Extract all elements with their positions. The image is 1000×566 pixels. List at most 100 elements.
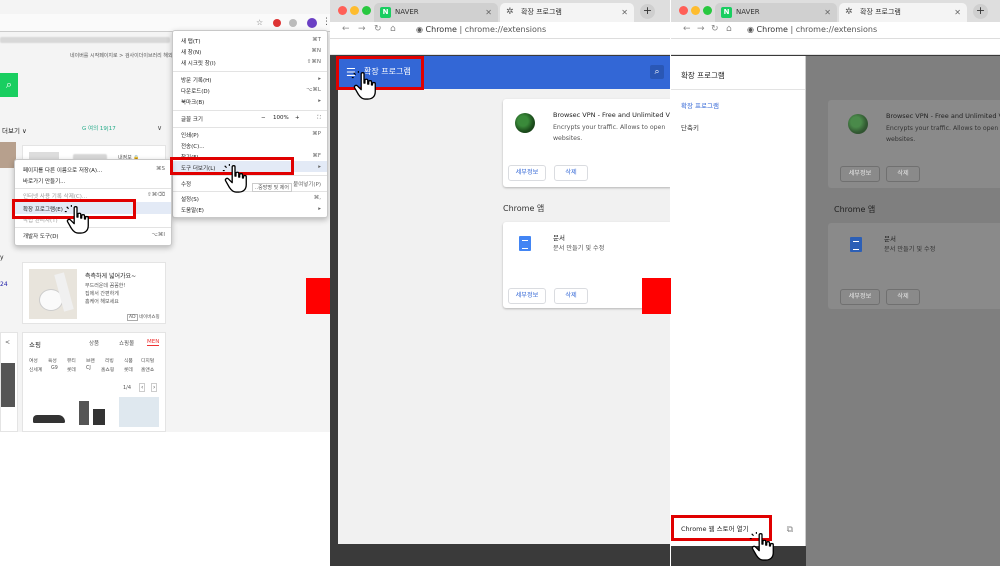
menu-item-paste[interactable]: 붙여넣기(P)	[293, 180, 321, 188]
home-icon[interactable]: ⌂	[726, 24, 732, 34]
extension-icon-2[interactable]	[289, 19, 297, 27]
prev-arrow-icon[interactable]: ‹	[139, 383, 146, 392]
extension-desc: websites.	[553, 135, 583, 142]
bookmarks-bar	[671, 39, 1000, 55]
menu-item-new-tab[interactable]: 새 탭(T)	[181, 37, 201, 45]
shopping-tab[interactable]: MEN	[147, 339, 160, 346]
back-icon[interactable]: ←	[342, 24, 350, 34]
url-field[interactable]: ◉ Chrome | chrome://extensions	[416, 25, 546, 34]
chrome-icon: ◉	[747, 25, 757, 34]
browser-menu: 새 탭(T) ⌘T 새 창(N) ⌘N 새 시크릿 창(I) ⇧⌘N 방문 기록…	[172, 30, 328, 218]
product-cosmetic[interactable]	[75, 397, 111, 427]
next-arrow-icon[interactable]: ›	[151, 383, 158, 392]
extension-desc: websites.	[886, 136, 916, 143]
puzzle-icon: ✲	[506, 7, 514, 17]
app-desc: 문서 만들기 및 수정	[553, 245, 605, 252]
new-tab-button[interactable]: +	[973, 4, 988, 19]
tab-naver[interactable]: N NAVER ✕	[374, 3, 498, 22]
menu-item-downloads[interactable]: 다운로드(D)	[181, 87, 210, 95]
extensions-page-panel: N NAVER ✕ ✲ 확장 프로그램 ✕ + ← → ↻ ⌂ ◉ Chrome…	[330, 0, 670, 566]
address-bar: ← → ↻ ⌂ ◉ Chrome | chrome://extensions	[671, 22, 1000, 39]
tab-extensions[interactable]: ✲ 확장 프로그램 ✕	[500, 3, 634, 22]
extension-desc: Encrypts your traffic. Allows to open	[553, 124, 666, 131]
close-tab-icon[interactable]: ✕	[954, 3, 961, 22]
url-field[interactable]: ◉ Chrome | chrome://extensions	[747, 25, 877, 34]
drawer-item-shortcuts[interactable]: 단축키	[681, 122, 699, 132]
zoom-in-button[interactable]: +	[295, 115, 300, 121]
menu-item-history[interactable]: 방문 기록(H)	[181, 76, 211, 84]
bookmark-star-icon[interactable]: ☆	[256, 18, 263, 27]
new-tab-button[interactable]: +	[640, 4, 655, 19]
menu-item-new-window[interactable]: 새 창(N)	[181, 48, 201, 56]
search-button[interactable]: ⌕	[0, 73, 18, 97]
ad-badge: AD	[127, 314, 138, 321]
extension-name: Browsec VPN - Free and Unlimited V	[553, 111, 670, 119]
extensions-drawer-panel: N NAVER ✕ ✲ 확장 프로그램 ✕ + ← → ↻ ⌂ ◉ Chrome…	[671, 0, 1000, 566]
reload-icon[interactable]: ↻	[374, 24, 382, 34]
ad-card[interactable]: 측측하게 넓어가요~ 부드러운데 꼼꼼한! 집에서 간편하게 홈케어 해보세요 …	[22, 262, 166, 324]
forward-icon[interactable]: →	[358, 24, 366, 34]
submenu-save-page[interactable]: 페이지를 다른 이름으로 저장(A)...	[23, 166, 102, 174]
open-in-new-icon[interactable]: ⧉	[787, 525, 793, 535]
tab-naver[interactable]: N NAVER ✕	[715, 3, 837, 22]
home-icon[interactable]: ⌂	[390, 24, 396, 34]
chrome-icon: ◉	[416, 25, 426, 34]
shopping-card: 쇼핑 상품 쇼핑몰 MEN 여성 육성 뷰티 브랜 리빙 식품 디지털 신세계 …	[22, 332, 166, 432]
details-button: 세부정보	[840, 289, 880, 305]
close-tab-icon[interactable]: ✕	[824, 3, 831, 22]
close-tab-icon[interactable]: ✕	[621, 3, 628, 22]
close-window-icon[interactable]	[679, 6, 688, 15]
details-button[interactable]: 세부정보	[508, 288, 546, 304]
tab-extensions[interactable]: ✲ 확장 프로그램 ✕	[839, 3, 967, 22]
close-tab-icon[interactable]: ✕	[485, 3, 492, 22]
remove-button: 삭제	[886, 166, 920, 182]
shopping-title: 쇼핑	[29, 341, 41, 349]
back-icon[interactable]: ←	[683, 24, 691, 34]
profile-avatar[interactable]	[307, 18, 317, 28]
extension-icon[interactable]	[273, 19, 281, 27]
forward-icon[interactable]: →	[697, 24, 705, 34]
zoom-value: 100%	[273, 115, 289, 121]
minimize-window-icon[interactable]	[691, 6, 700, 15]
product-item[interactable]	[119, 397, 159, 427]
menu-item-print[interactable]: 인쇄(P)	[181, 131, 199, 139]
ad-source[interactable]: 네이버쇼핑	[139, 314, 160, 320]
menu-item-incognito[interactable]: 새 시크릿 창(I)	[181, 59, 216, 67]
fullscreen-icon[interactable]: ⛶	[317, 115, 321, 122]
tab-strip: N NAVER ✕ ✲ 확장 프로그램 ✕ +	[671, 0, 1000, 22]
remove-button[interactable]: 삭제	[554, 165, 588, 181]
drawer-item-extensions[interactable]: 확장 프로그램	[681, 100, 719, 110]
shopping-tab[interactable]: 상품	[89, 339, 99, 347]
remove-button[interactable]: 삭제	[554, 288, 588, 304]
app-card-docs: 문서 문서 만들기 및 수정 세부정보 삭제	[828, 223, 1000, 309]
blurred-bookmarks	[0, 37, 170, 43]
zoom-out-button[interactable]: −	[261, 115, 266, 121]
menu-item-bookmarks[interactable]: 북마크(B)	[181, 98, 204, 106]
address-bar: ← → ↻ ⌂ ◉ Chrome | chrome://extensions	[330, 22, 670, 39]
minimize-window-icon[interactable]	[350, 6, 359, 15]
bookmarks-bar	[330, 39, 670, 55]
menu-item-edit: 수정	[181, 182, 192, 188]
menu-item-help[interactable]: 도움말(E)	[181, 206, 204, 214]
weather-widget: G 여의 19|17	[82, 126, 116, 132]
search-icon[interactable]: ⌕	[650, 65, 664, 79]
extension-name: Browsec VPN - Free and Unlimited V	[886, 112, 1000, 120]
submenu-dev-tools[interactable]: 개발자 도구(D)	[23, 232, 59, 240]
maximize-window-icon[interactable]	[703, 6, 712, 15]
more-link[interactable]: 더보기 ∨	[2, 125, 27, 135]
product-shoe[interactable]	[31, 403, 67, 427]
details-button[interactable]: 세부정보	[508, 165, 546, 181]
browsec-globe-icon	[515, 113, 535, 133]
maximize-window-icon[interactable]	[362, 6, 371, 15]
shopping-tab[interactable]: 쇼핑몰	[119, 339, 134, 347]
top-links[interactable]: 네이버를 시작페이지로 > 검사이더이브러리 해외성	[70, 52, 177, 59]
naver-icon: N	[380, 7, 391, 18]
ad-title[interactable]: 측측하게 넓어가요~	[85, 271, 136, 280]
close-window-icon[interactable]	[338, 6, 347, 15]
menu-item-settings[interactable]: 설정(S)	[181, 195, 199, 203]
submenu-create-shortcut[interactable]: 바로가기 만들기...	[23, 177, 65, 185]
reload-icon[interactable]: ↻	[711, 24, 719, 34]
chevron-down-icon[interactable]: ∨	[157, 124, 162, 132]
tutorial-stage: ☆ ⋮ 네이버를 시작페이지로 > 검사이더이브러리 해외성 ⌕ 더보기 ∨ G…	[0, 0, 1000, 566]
menu-item-cast[interactable]: 전송(C)...	[181, 142, 205, 150]
